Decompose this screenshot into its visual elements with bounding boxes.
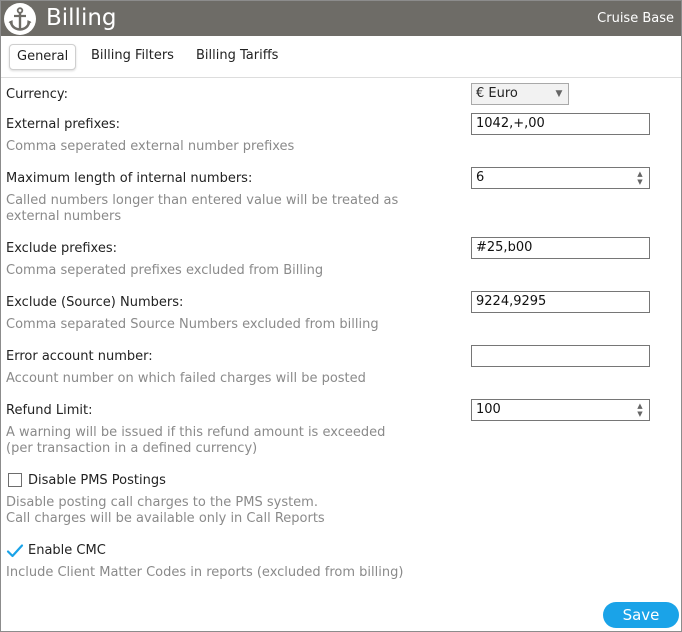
max-length-label: Maximum length of internal numbers: [6, 171, 253, 186]
exclude-source-label: Exclude (Source) Numbers: [6, 295, 184, 310]
enable-cmc-checkbox[interactable] [6, 543, 24, 559]
enable-cmc-label[interactable]: Enable CMC [28, 543, 106, 559]
error-account-input[interactable] [471, 345, 650, 367]
external-prefixes-hint: Comma seperated external number prefixes [6, 139, 295, 154]
spin-buttons[interactable]: ▲ ▼ [633, 170, 647, 186]
external-prefixes-label: External prefixes: [6, 117, 121, 132]
title-bar: Billing Cruise Base [1, 1, 681, 36]
exclude-source-input[interactable]: 9224,9295 [471, 291, 650, 313]
max-length-hint: Called numbers longer than entered value… [6, 193, 399, 224]
tab-billing-tariffs[interactable]: Billing Tariffs [189, 44, 285, 70]
spin-up-icon[interactable]: ▲ [633, 402, 647, 410]
app-title: Billing [46, 5, 117, 31]
spin-up-icon[interactable]: ▲ [633, 170, 647, 178]
max-length-value: 6 [476, 170, 485, 185]
currency-label: Currency: [6, 87, 69, 102]
spin-down-icon[interactable]: ▼ [633, 178, 647, 186]
tab-bar: General Billing Filters Billing Tariffs [1, 36, 681, 78]
refund-limit-stepper[interactable]: 100 ▲ ▼ [471, 399, 650, 421]
exclude-prefixes-label: Exclude prefixes: [6, 241, 118, 256]
save-button[interactable]: Save [603, 602, 679, 628]
anchor-icon [4, 3, 36, 35]
refund-limit-label: Refund Limit: [6, 403, 93, 418]
site-name: Cruise Base [597, 11, 674, 26]
enable-cmc-hint: Include Client Matter Codes in reports (… [6, 565, 404, 580]
tab-billing-filters[interactable]: Billing Filters [84, 44, 181, 70]
disable-pms-hint: Disable posting call charges to the PMS … [6, 495, 325, 526]
disable-pms-checkbox[interactable] [8, 473, 22, 487]
exclude-source-hint: Comma separated Source Numbers excluded … [6, 317, 379, 332]
max-length-stepper[interactable]: 6 ▲ ▼ [471, 167, 650, 189]
tab-general[interactable]: General [9, 44, 77, 70]
external-prefixes-input[interactable]: 1042,+,00 [471, 113, 650, 135]
chevron-down-icon: ▼ [555, 89, 563, 99]
refund-limit-hint: A warning will be issued if this refund … [6, 425, 386, 456]
billing-window: Billing Cruise Base General Billing Filt… [0, 0, 682, 632]
spin-buttons[interactable]: ▲ ▼ [633, 402, 647, 418]
refund-limit-value: 100 [476, 402, 501, 417]
exclude-prefixes-input[interactable]: #25,b00 [471, 237, 650, 259]
exclude-prefixes-hint: Comma seperated prefixes excluded from B… [6, 263, 324, 278]
disable-pms-label[interactable]: Disable PMS Postings [28, 473, 166, 489]
currency-value: € Euro [476, 86, 518, 101]
currency-select[interactable]: € Euro ▼ [471, 83, 569, 105]
spin-down-icon[interactable]: ▼ [633, 410, 647, 418]
error-account-hint: Account number on which failed charges w… [6, 371, 366, 386]
error-account-label: Error account number: [6, 349, 153, 364]
checkmark-icon [6, 544, 24, 558]
